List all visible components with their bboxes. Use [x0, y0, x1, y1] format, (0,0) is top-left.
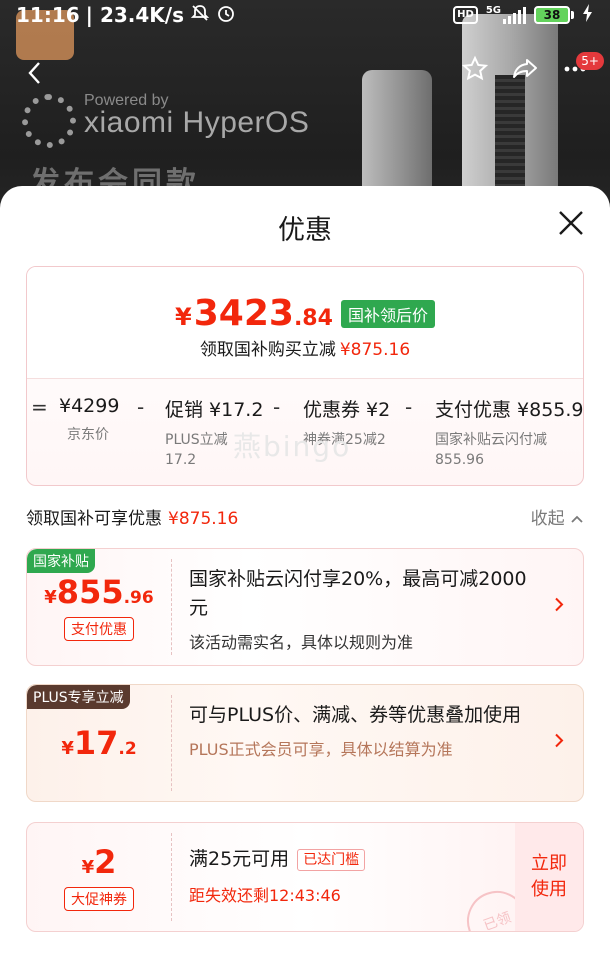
- brand-text: xiaomi HyperOS: [84, 106, 310, 139]
- minus-sign: -: [405, 395, 413, 419]
- discount-amount: ¥ 17 .2: [61, 724, 136, 762]
- amount-decimal: .2: [118, 739, 137, 759]
- chevron-right-icon[interactable]: [553, 731, 565, 756]
- breakdown-value: ¥4299: [59, 395, 120, 417]
- discount-amount: ¥ 2: [82, 843, 117, 881]
- share-icon[interactable]: [508, 52, 542, 86]
- card-divider: [171, 833, 172, 921]
- currency-symbol: ¥: [61, 738, 74, 759]
- breakdown-label: 国家补贴云闪付减 855.96: [435, 432, 547, 468]
- national-subsidy-card[interactable]: 国家补贴 ¥ 855 .96 支付优惠 国家补贴云闪付享20%，最高可减2000…: [26, 548, 584, 666]
- signal-icon: [503, 6, 526, 24]
- minus-sign: -: [273, 395, 281, 419]
- discount-description: 该活动需实名，具体以规则为准: [189, 633, 414, 652]
- saving-line: 领取国补购买立减 ¥875.16: [27, 335, 583, 360]
- mute-icon: [190, 3, 210, 28]
- payment-discount-pill: 支付优惠: [64, 617, 134, 641]
- price-currency: ¥: [175, 303, 192, 331]
- discount-title: 可与PLUS价、满减、券等优惠叠加使用: [189, 704, 522, 726]
- coupon-title: 满25元可用 已达门槛: [189, 845, 503, 874]
- price-integer: 3423: [193, 293, 294, 334]
- currency-symbol: ¥: [44, 587, 57, 608]
- collapse-button[interactable]: 收起: [531, 504, 584, 529]
- discount-info: 满25元可用 已达门槛 距失效还剩12:43:46: [189, 845, 503, 906]
- coupon-card: ¥ 2 大促神券 满25元可用 已达门槛 距失效还剩12:43:46 已领 立即…: [26, 822, 584, 932]
- discount-info: 可与PLUS价、满减、券等优惠叠加使用 PLUS正式会员可享，具体以结算为准: [189, 701, 539, 760]
- breakdown-label: 京东价: [67, 427, 109, 443]
- breakdown-jd-price: ¥4299 京东价: [59, 395, 119, 445]
- card-divider: [171, 695, 172, 791]
- discount-amount-block: ¥ 855 .96 支付优惠: [27, 549, 171, 665]
- use-now-label: 立即使用: [531, 853, 567, 900]
- breakdown-value: 促销 ¥17.2: [165, 399, 264, 421]
- section-title: 领取国补可享优惠 ¥875.16: [26, 509, 238, 529]
- price-summary-header: ¥ 3423 .84 国补领后价 领取国补购买立减 ¥875.16: [27, 267, 583, 379]
- card-divider: [171, 559, 172, 655]
- hd-badge: HD: [453, 6, 478, 24]
- collapse-label: 收起: [530, 509, 565, 529]
- chevron-up-icon: [571, 515, 583, 523]
- status-bar: 11:16 | 23.4K/s HD 5G 38: [0, 0, 610, 30]
- message-count-badge: 5+: [576, 52, 604, 70]
- network-label: 5G: [485, 4, 501, 16]
- discount-info: 国家补贴云闪付享20%，最高可减2000元 该活动需实名，具体以规则为准: [189, 565, 539, 653]
- currency-symbol: ¥: [81, 857, 95, 878]
- discount-sheet: 优惠 ¥ 3423 .84 国补领后价 领取国补购买立减 ¥875.16 = ¥4…: [0, 186, 610, 954]
- discount-description: PLUS正式会员可享，具体以结算为准: [189, 740, 453, 759]
- discount-section-header: 领取国补可享优惠 ¥875.16 收起: [26, 504, 584, 529]
- status-time: 11:16: [16, 3, 80, 27]
- discount-amount-block: ¥ 2 大促神券: [27, 823, 171, 931]
- status-speed: | 23.4K/s: [85, 3, 184, 27]
- favorite-star-icon[interactable]: [458, 52, 492, 86]
- amount-decimal: .96: [123, 588, 154, 608]
- close-icon[interactable]: [554, 206, 588, 240]
- alarm-icon: [216, 3, 236, 28]
- breakdown-payment: 支付优惠 ¥855.96 国家补贴云闪付减 855.96: [435, 395, 584, 470]
- discount-title: 国家补贴云闪付享20%，最高可减2000元: [189, 568, 527, 619]
- price-decimal: .84: [293, 306, 333, 331]
- section-title-text: 领取国补可享优惠: [26, 509, 162, 529]
- hyperos-logo-icon: [22, 94, 76, 148]
- nav-actions: [458, 52, 592, 86]
- coupon-condition: 满25元可用: [189, 848, 290, 870]
- amount-integer: 2: [94, 843, 117, 881]
- coupon-countdown: 距失效还剩12:43:46: [189, 886, 341, 905]
- final-price: ¥ 3423 .84 国补领后价: [27, 293, 583, 334]
- charging-icon: [582, 3, 594, 27]
- battery-icon: 38: [534, 6, 574, 24]
- back-icon[interactable]: [18, 56, 52, 90]
- breakdown-value: 支付优惠 ¥855.96: [435, 399, 584, 421]
- chevron-right-icon[interactable]: [553, 595, 565, 620]
- coupon-type-pill: 大促神券: [64, 887, 134, 911]
- price-summary-card: ¥ 3423 .84 国补领后价 领取国补购买立减 ¥875.16 = ¥4299…: [26, 266, 584, 486]
- amount-integer: 855: [56, 573, 124, 611]
- battery-level: 38: [534, 6, 570, 24]
- saving-amount: ¥875.16: [339, 340, 411, 360]
- plus-discount-card[interactable]: PLUS专享立减 ¥ 17 .2 可与PLUS价、满减、券等优惠叠加使用 PLU…: [26, 684, 584, 802]
- use-now-button[interactable]: 立即使用: [515, 823, 583, 931]
- sheet-title: 优惠: [278, 215, 332, 246]
- discount-amount-block: ¥ 17 .2: [27, 685, 171, 801]
- equals-sign: =: [31, 395, 48, 419]
- breakdown-value: 优惠券 ¥2: [303, 399, 391, 421]
- discount-amount: ¥ 855 .96: [44, 573, 153, 611]
- amount-integer: 17: [73, 724, 119, 762]
- price-tag-badge: 国补领后价: [340, 299, 435, 328]
- watermark: 燕bingo: [233, 430, 352, 463]
- saving-text: 领取国补购买立减: [199, 340, 336, 360]
- minus-sign: -: [137, 395, 145, 419]
- threshold-reached-badge: 已达门槛: [297, 848, 366, 871]
- section-amount: ¥875.16: [168, 509, 239, 529]
